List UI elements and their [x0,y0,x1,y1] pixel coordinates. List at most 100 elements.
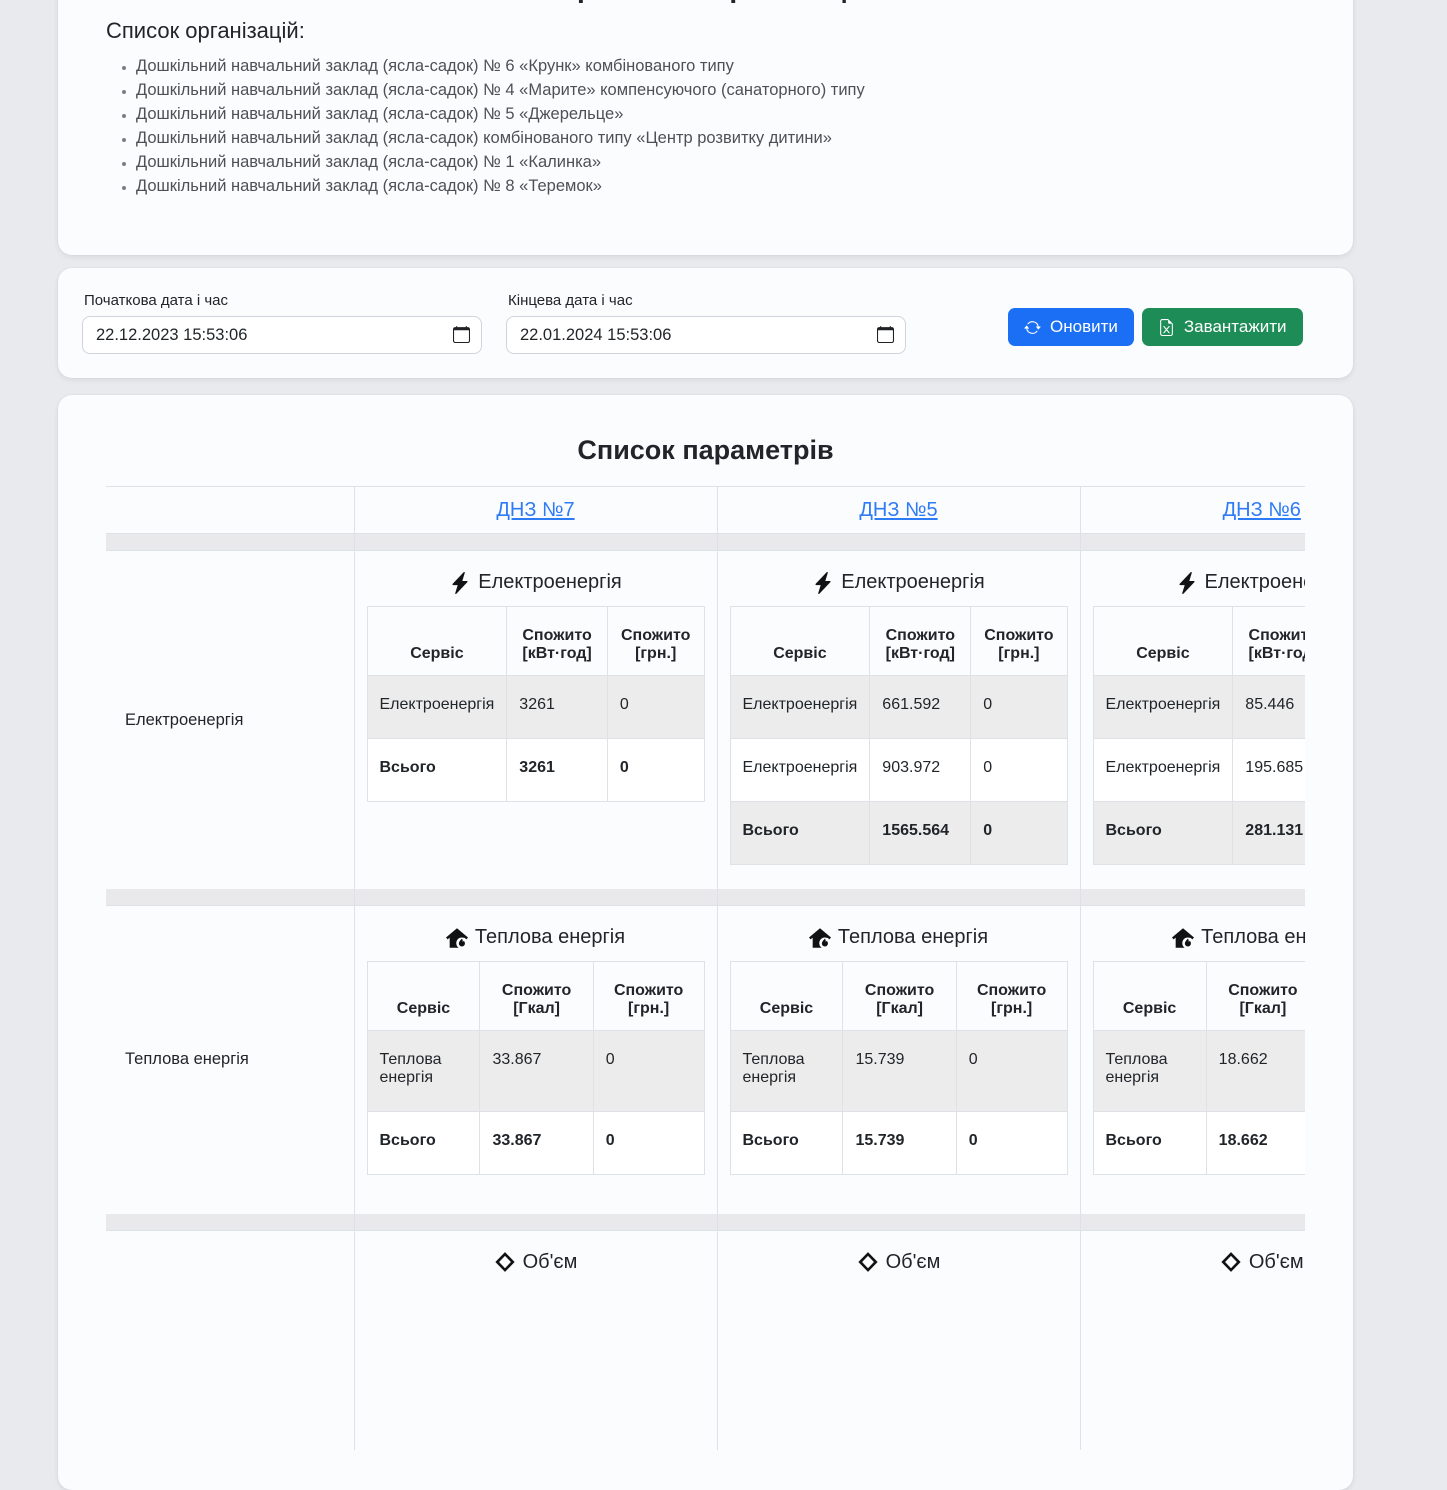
excel-file-icon [1158,319,1175,336]
filters-card: Початкова дата і час Кінцева дата і час [58,268,1353,378]
param-row-label: Теплова енергія [106,906,354,1214]
consumption-row: Електроенергія903.9720 [730,739,1067,802]
org-header-cell: ДНЗ №7 [354,487,717,534]
param-row-Об'єм: Об'єм Об'єм Об'єм [106,1230,1305,1450]
param-section-title: Теплова енергія [730,926,1068,949]
consumption-row: Електроенергія661.5920 [730,676,1067,739]
end-date-field: Кінцева дата і час [506,292,906,354]
consumption-cell: 0 [593,1031,704,1112]
lightning-icon [1176,572,1198,594]
param-org-cell: Теплова енергіяСервісСпожито [Гкал]Спожи… [354,906,717,1214]
spacer-cell [106,1214,354,1231]
start-date-field: Початкова дата і час [82,292,482,354]
organization-item: Дошкільний навчальний заклад (ясла-садок… [136,54,1305,78]
organization-item: Дошкільний навчальний заклад (ясла-садок… [136,174,1305,198]
calendar-icon[interactable] [453,326,470,343]
consumption-total-cell: 0 [593,1112,704,1175]
consumption-header-cell: Спожито [Гкал] [480,962,593,1031]
parameters-card: Список параметрів ДНЗ №7ДНЗ №5ДНЗ №6 Еле… [58,395,1353,1490]
consumption-header-cell: Сервіс [1093,962,1206,1031]
consumption-header-row: СервісСпожито [кВт·год]Спожито [грн.] [1093,607,1305,676]
end-date-input-wrap [506,316,906,354]
organization-item: Дошкільний навчальний заклад (ясла-садок… [136,126,1305,150]
param-row-Теплова енергія: Теплова енергіяТеплова енергіяСервісСпож… [106,906,1305,1214]
spacer-row [106,889,1305,906]
house-fire-icon [1172,927,1194,949]
org-header-cell: ДНЗ №6 [1080,487,1305,534]
consumption-header-cell: Сервіс [1093,607,1233,676]
param-section-title: Об'єм [730,1251,1068,1274]
refresh-icon [1024,319,1041,336]
consumption-cell: 15.739 [843,1031,956,1112]
consumption-cell: Теплова енергія [730,1031,843,1112]
consumption-table: СервісСпожито [кВт·год]Спожито [грн.]Еле… [1093,606,1306,865]
consumption-header-cell: Спожито [кВт·год] [870,607,971,676]
consumption-header-row: СервісСпожито [кВт·год]Спожито [грн.] [730,607,1067,676]
param-row-label [106,1230,354,1450]
consumption-total-row: Всього18.6620 [1093,1112,1305,1175]
param-org-cell: Об'єм [1080,1230,1305,1450]
consumption-cell: 195.685 [1233,739,1305,802]
page-title: Порівняння організацій [106,0,1305,14]
parameters-table-scroll[interactable]: ДНЗ №7ДНЗ №5ДНЗ №6 ЕлектроенергіяЕлектро… [106,486,1305,1450]
consumption-total-cell: 0 [607,739,704,802]
calendar-icon[interactable] [877,326,894,343]
refresh-button[interactable]: Оновити [1008,308,1134,346]
consumption-header-cell: Спожито [кВт·год] [1233,607,1305,676]
consumption-total-cell: 1565.564 [870,802,971,865]
consumption-total-cell: Всього [730,802,870,865]
lightning-icon [812,572,834,594]
spacer-cell [1080,1214,1305,1231]
param-org-cell: Об'єм [354,1230,717,1450]
consumption-total-row: Всього1565.5640 [730,802,1067,865]
organizations-card: Порівняння організацій Список організаці… [58,0,1353,255]
organizations-list: Дошкільний навчальний заклад (ясла-садок… [106,54,1305,198]
param-row-Електроенергія: ЕлектроенергіяЕлектроенергіяСервісСпожит… [106,551,1305,890]
param-section-title-text: Теплова енергія [1201,926,1305,949]
end-datetime-input[interactable] [506,316,906,354]
consumption-cell: Теплова енергія [1093,1031,1206,1112]
corner-cell [106,487,354,534]
spacer-cell [717,1214,1080,1231]
parameters-table-head: ДНЗ №7 ДНЗ №5 ДНЗ №6 [106,487,1305,534]
droplet-icon [494,1251,516,1273]
end-date-label: Кінцева дата і час [508,292,906,309]
consumption-cell: 0 [607,676,704,739]
consumption-row: Теплова енергія18.6620 [1093,1031,1305,1112]
param-org-cell: ЕлектроенергіяСервісСпожито [кВт·год]Спо… [717,551,1080,890]
spacer-cell [1080,889,1305,906]
house-fire-icon [446,927,468,949]
parameters-table: ДНЗ №7ДНЗ №5ДНЗ №6 ЕлектроенергіяЕлектро… [106,486,1305,1450]
param-org-cell: Теплова енергіяСервісСпожито [Гкал]Спожи… [1080,906,1305,1214]
spacer-cell [1080,534,1305,551]
param-section-title-text: Теплова енергія [475,926,625,949]
org-header-cell: ДНЗ №5 [717,487,1080,534]
consumption-total-cell: 281.131 [1233,802,1305,865]
consumption-total-cell: Всього [367,739,507,802]
org-link-2[interactable]: ДНЗ №5 [859,499,937,521]
param-section-title: Теплова енергія [1093,926,1306,949]
spacer-cell [354,889,717,906]
consumption-header-cell: Сервіс [367,962,480,1031]
consumption-total-cell: 3261 [507,739,608,802]
spacer-cell [354,534,717,551]
consumption-row: Електроенергія85.4460 [1093,676,1305,739]
consumption-header-row: СервісСпожито [Гкал]Спожито [грн.] [367,962,704,1031]
org-link-1[interactable]: ДНЗ №7 [496,499,574,521]
consumption-total-cell: 33.867 [480,1112,593,1175]
consumption-row: Електроенергія32610 [367,676,704,739]
param-section-title-text: Електроенергія [478,571,622,594]
param-section-title: Електроенергія [1093,571,1306,594]
consumption-row: Електроенергія195.6850 [1093,739,1305,802]
consumption-cell: Теплова енергія [367,1031,480,1112]
start-datetime-input[interactable] [82,316,482,354]
consumption-cell: 0 [956,1031,1067,1112]
consumption-header-row: СервісСпожито [кВт·год]Спожито [грн.] [367,607,704,676]
download-button-label: Завантажити [1184,317,1287,337]
download-button[interactable]: Завантажити [1142,308,1303,346]
droplet-icon [1220,1251,1242,1273]
org-link-3[interactable]: ДНЗ №6 [1223,499,1301,521]
param-section-title-text: Електроенергія [1205,571,1306,594]
consumption-cell: Електроенергія [1093,676,1233,739]
start-date-label: Початкова дата і час [84,292,482,309]
